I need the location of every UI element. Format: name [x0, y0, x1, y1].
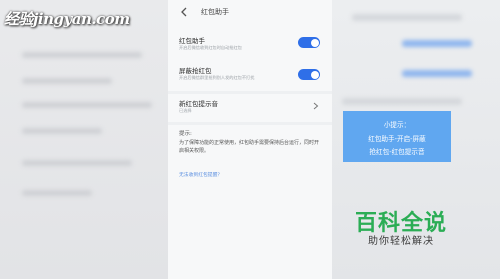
setting-title: 屏蔽抢红包 [179, 67, 212, 75]
section-divider [168, 91, 332, 94]
setting-subtitle: 开启后微信收到红包时自动抢红包 [179, 45, 242, 50]
setting-subtitle: 开启后微信群里抢到别人发的红包不打扰 [179, 75, 255, 80]
chevron-left-icon [181, 7, 187, 17]
chevron-right-icon [313, 102, 319, 110]
blurred-toggle-shape [402, 40, 472, 47]
overlay-line: 抢红包-红包提示音 [369, 148, 425, 156]
toggle-knob [310, 70, 319, 79]
setting-row-notification-sound[interactable]: 新红包提示音 已选择 [168, 96, 332, 120]
top-bar: 红包助手 [168, 0, 332, 26]
blurred-text-line [22, 160, 132, 166]
setting-row-red-packet-helper[interactable]: 红包助手 开启后微信收到红包时自动抢红包 [168, 34, 332, 60]
brand-subtitle: 助你轻松解决 [368, 236, 434, 247]
blurred-text-line [342, 98, 462, 105]
tip-body: 为了保障功能的正常使用，红包助手需要保持后台运行，同时开启相关权限。 [179, 140, 320, 154]
back-button[interactable] [178, 6, 190, 18]
blurred-text-line [22, 52, 142, 58]
red-packet-helper-toggle[interactable] [298, 37, 320, 48]
blurred-text-line [22, 102, 152, 108]
blurred-toggle-shape [402, 70, 472, 77]
overlay-line: 小提示： [383, 121, 411, 129]
setting-row-block-grab[interactable]: 屏蔽抢红包 开启后微信群里抢到别人发的红包不打扰 [168, 64, 332, 90]
page-title: 红包助手 [201, 8, 229, 16]
blurred-text-line [22, 128, 102, 134]
block-grab-toggle[interactable] [298, 69, 320, 80]
setting-title: 红包助手 [179, 37, 205, 45]
setting-subtitle: 已选择 [179, 108, 192, 113]
tip-overlay: 小提示： 红包助手-开启-屏蔽 抢红包-红包提示音 [343, 111, 451, 162]
section-divider [168, 122, 332, 125]
overlay-line: 红包助手-开启-屏蔽 [368, 135, 426, 143]
site-logo: 经验jingyan.com [4, 10, 130, 28]
toggle-knob [310, 38, 319, 47]
tip-heading: 提示: [179, 131, 192, 137]
blurred-background-left: 经验jingyan.com [0, 0, 168, 279]
help-link[interactable]: 无法收到红包提醒？ [179, 171, 222, 178]
blurred-text-line [22, 190, 92, 196]
phone-screen: 红包助手 红包助手 开启后微信收到红包时自动抢红包 屏蔽抢红包 开启后微信群里抢… [168, 0, 332, 279]
blurred-text-line [352, 14, 462, 21]
blurred-text-line [22, 78, 112, 84]
setting-title: 新红包提示音 [179, 100, 218, 108]
